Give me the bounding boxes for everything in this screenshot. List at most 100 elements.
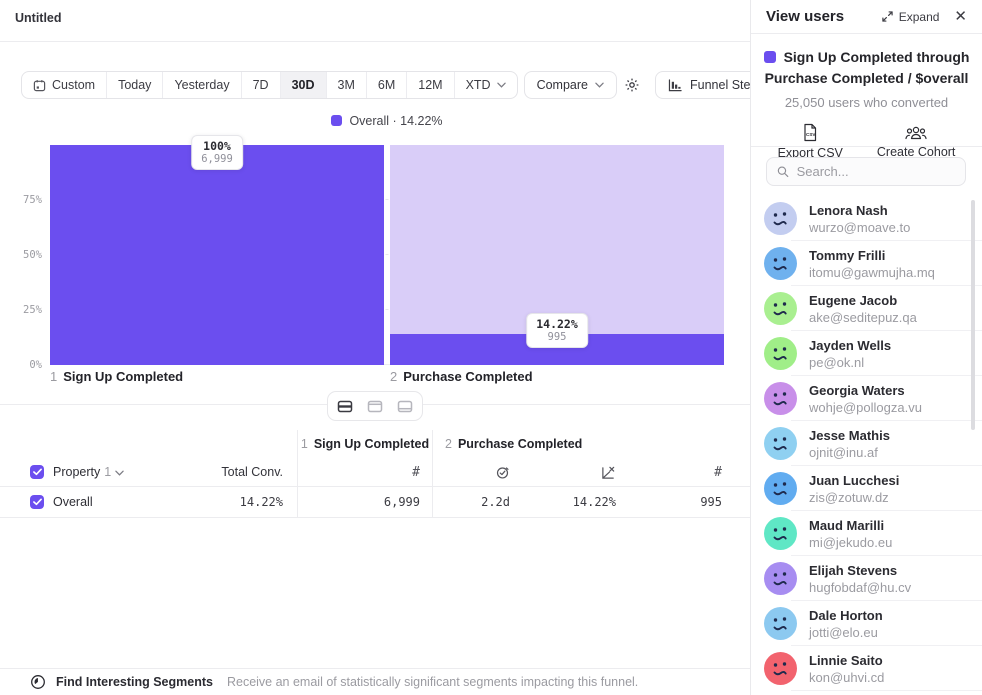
date-range-xtd[interactable]: XTD [455,72,517,98]
date-range-6m[interactable]: 6M [367,72,407,98]
user-text: Linnie Saito kon@uhvi.cd [809,652,884,686]
user-name: Eugene Jacob [809,292,917,309]
avatar-face-icon [764,607,797,640]
user-email: pe@ok.nl [809,355,891,371]
select-all-checkbox[interactable] [30,465,44,479]
user-list-item[interactable]: Georgia Waters wohje@pollogza.vu [751,376,982,421]
date-range-label: Today [118,78,151,92]
user-email: jotti@elo.eu [809,625,883,641]
row-name: Overall [53,495,93,509]
date-range-yesterday[interactable]: Yesterday [163,72,241,98]
user-list-item[interactable]: Juan Lucchesi zis@zotuw.dz [751,466,982,511]
bar-fill [50,145,384,365]
document-header: Untitled [0,0,750,42]
segments-title: Find Interesting Segments [56,675,213,689]
user-list-item[interactable]: Tommy Frilli itomu@gawmujha.mq [751,241,982,286]
view-users-panel: View users Expand ✕ Sign Up Completed th… [750,0,982,695]
date-range-12m[interactable]: 12M [407,72,454,98]
export-csv-button[interactable]: CSV Export CSV [778,123,843,160]
spacer-cell [0,430,297,458]
total-conv-header: Total Conv. [221,465,297,479]
user-text: Elijah Stevens hugfobdaf@hu.cv [809,562,911,596]
property-number: 1 [104,465,111,479]
layout-top-toggle[interactable] [361,395,389,417]
user-list-item[interactable]: Linnie Saito kon@uhvi.cd [751,646,982,691]
report-title[interactable]: Untitled [15,11,62,25]
user-search[interactable] [766,157,966,186]
group-header-signup: 1Sign Up Completed [297,430,432,458]
date-range-30d[interactable]: 30D [281,72,327,98]
avatar [764,247,797,280]
compare-button[interactable]: Compare [524,71,617,99]
purchase-rate-header[interactable] [538,458,644,486]
avatar [764,382,797,415]
user-email: kon@uhvi.cd [809,670,884,686]
create-cohort-button[interactable]: Create Cohort [877,123,956,160]
user-list-item[interactable]: Jesse Mathis ojnit@inu.af [751,421,982,466]
table-row-overall[interactable]: Overall 14.22% 6,999 2.2d 14.22% 995 [0,487,750,518]
interesting-segments-bar[interactable]: Find Interesting Segments Receive an ema… [0,668,750,695]
user-list-item[interactable]: Maud Marilli mi@jekudo.eu [751,511,982,556]
signup-count-header[interactable]: # [297,458,432,486]
row-checkbox[interactable] [30,495,44,509]
user-email: wohje@pollogza.vu [809,400,922,416]
search-input[interactable] [797,164,955,179]
summary-text: Sign Up Completed through [784,49,970,65]
date-range-label: 12M [418,78,442,92]
date-range-custom[interactable]: Custom [22,72,107,98]
purchase-count-header[interactable]: # [644,458,750,486]
funnel-bar-step2[interactable]: 14.22% 995 [390,145,724,365]
app-window: Untitled Custom Today Yesterday 7D 30D 3… [0,0,982,695]
user-list-item[interactable]: Eugene Jacob ake@seditepuz.qa [751,286,982,331]
avatar [764,292,797,325]
scrollbar[interactable] [971,200,975,430]
avatar-face-icon [764,382,797,415]
step-label-2: 2Purchase Completed [390,369,724,384]
user-name: Jesse Mathis [809,427,890,444]
funnel-bars-icon [668,79,683,92]
settings-button[interactable] [617,71,647,99]
step-name: Purchase Completed [403,369,532,384]
summary-line-2: Purchase Completed / $overall [763,68,970,89]
user-name: Dale Horton [809,607,883,624]
avatar [764,517,797,550]
signup-count-value: 6,999 [384,495,420,509]
expand-button[interactable]: Expand [882,10,940,24]
close-icon[interactable]: ✕ [954,9,967,24]
user-name: Jayden Wells [809,337,891,354]
svg-text:CSV: CSV [806,132,816,137]
user-list-item[interactable]: Jayden Wells pe@ok.nl [751,331,982,376]
compare-label: Compare [537,78,588,92]
user-email: wurzo@moave.to [809,220,910,236]
summary-line-1: Sign Up Completed through [763,47,970,68]
chart-legend[interactable]: Overall · 14.22% [50,114,724,128]
tooltip-percent: 14.22% [536,317,578,331]
layout-bottom-toggle[interactable] [391,395,419,417]
date-range-7d[interactable]: 7D [242,72,281,98]
purchase-time-header[interactable] [432,458,538,486]
user-name: Lenora Nash [809,202,910,219]
user-list-item[interactable]: Elijah Stevens hugfobdaf@hu.cv [751,556,982,601]
row-name-cell: Overall 14.22% [0,487,297,517]
user-text: Georgia Waters wohje@pollogza.vu [809,382,922,416]
bar-tooltip-step2: 14.22% 995 [526,313,588,348]
property-selector[interactable]: Property1 [53,465,124,479]
series-swatch [764,51,776,63]
y-axis-tick: 25% [0,304,42,316]
table-subheader-row: Property1 Total Conv. # # [0,458,750,487]
x-axis-labels: 1Sign Up Completed 2Purchase Completed [50,369,724,384]
chevron-down-icon [595,82,604,88]
date-range-today[interactable]: Today [107,72,163,98]
conversion-rate-icon [601,465,616,480]
chevron-down-icon [115,470,124,476]
date-range-label: 3M [338,78,355,92]
user-list-item[interactable]: Dale Horton jotti@elo.eu [751,601,982,646]
date-range-3m[interactable]: 3M [327,72,367,98]
funnel-bar-step1[interactable]: 100% 6,999 [50,145,384,365]
bar-tooltip-step1: 100% 6,999 [191,135,243,170]
layout-split-toggle[interactable] [331,395,359,417]
segments-icon [30,674,46,690]
user-list-item[interactable]: Lenora Nash wurzo@moave.to [751,196,982,241]
converted-users-count: 25,050 users who converted [763,95,970,110]
group-name: Purchase Completed [458,437,582,451]
